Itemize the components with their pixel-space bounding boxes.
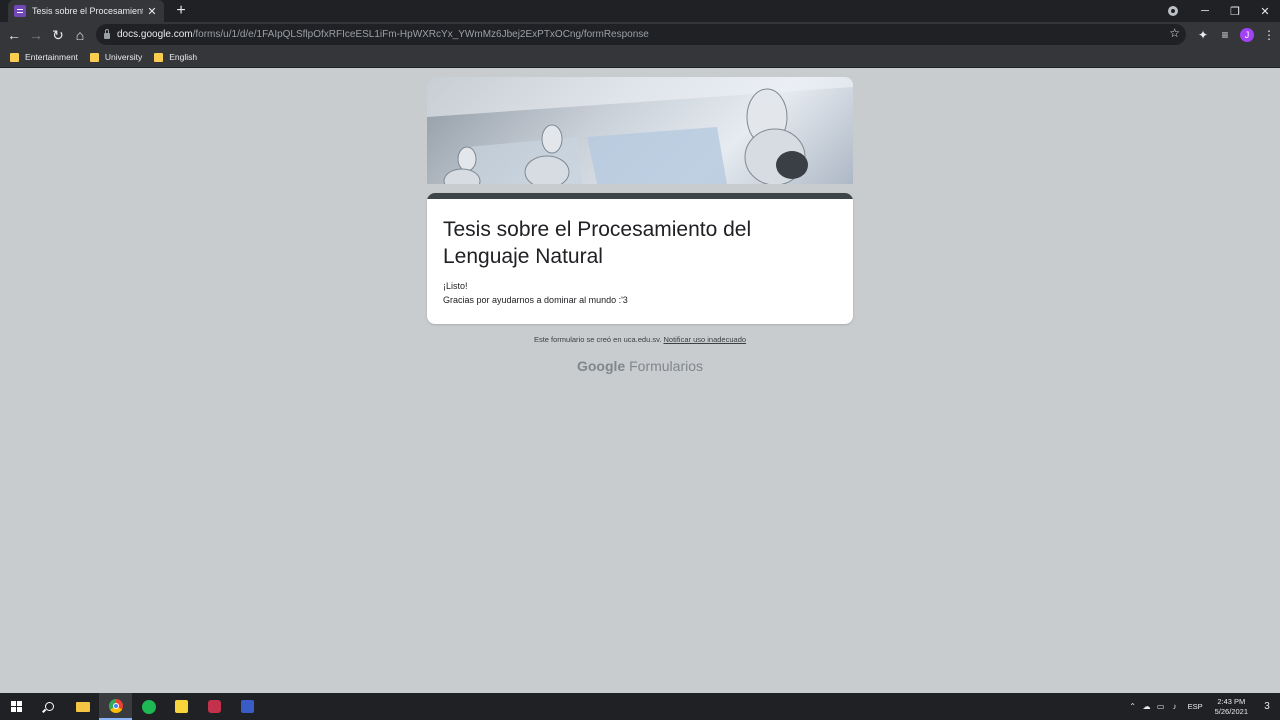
file-explorer-icon — [75, 701, 90, 712]
footer-text: Este formulario se creó en uca.edu.sv. — [533, 335, 662, 344]
bookmark-folder-entertainment[interactable]: Entertainment — [10, 52, 78, 62]
url-path: /forms/u/1/d/e/1FAIpQLSflpOfxRFIceESL1iF… — [192, 29, 649, 40]
spotify-icon — [141, 699, 156, 714]
input-language[interactable]: ESP — [1188, 702, 1203, 711]
lock-icon[interactable] — [104, 28, 110, 39]
app-taskbar-button[interactable] — [198, 693, 231, 720]
system-tray: ⌃ ☁ ▭ ♪ ESP 2:43 PM 5/26/2021 3 — [1126, 693, 1280, 720]
search-button[interactable] — [33, 693, 66, 720]
spotify-taskbar-button[interactable] — [132, 693, 165, 720]
url-host: docs.google.com — [117, 29, 193, 40]
confirmation-message-title: ¡Listo! — [443, 281, 468, 291]
taskbar-clock[interactable]: 2:43 PM 5/26/2021 — [1215, 697, 1248, 717]
brand-google: Google — [576, 358, 626, 374]
brand-product: Formularios — [629, 358, 704, 374]
form-title: Tesis sobre el Procesamiento del Lenguaj… — [443, 218, 752, 268]
notification-count: 3 — [1264, 701, 1270, 712]
chrome-taskbar-button[interactable] — [99, 693, 132, 720]
address-bar[interactable]: docs.google.com/forms/u/1/d/e/1FAIpQLSfl… — [96, 24, 1186, 45]
reload-icon[interactable]: ↻ — [47, 24, 69, 46]
bookmarks-bar: Entertainment University English — [0, 47, 1280, 68]
clock-date: 5/26/2021 — [1214, 706, 1248, 716]
tab-close-icon[interactable]: ✕ — [146, 5, 158, 18]
bookmark-star-icon[interactable]: ☆ — [1169, 26, 1180, 40]
app-taskbar-button[interactable] — [231, 693, 264, 720]
home-icon[interactable]: ⌂ — [69, 24, 91, 46]
card-accent-bar — [427, 193, 853, 199]
search-icon — [45, 702, 54, 711]
folder-icon — [154, 52, 164, 62]
confirmation-message-body: Gracias por ayudarnos a dominar al mundo… — [443, 295, 628, 305]
folder-icon — [10, 52, 19, 62]
sticky-notes-taskbar-button[interactable] — [165, 693, 198, 720]
bookmark-label: University — [104, 52, 143, 62]
bookmark-folder-english[interactable]: English — [154, 52, 197, 62]
start-button[interactable] — [0, 693, 33, 720]
google-forms-favicon-icon — [14, 5, 26, 17]
volume-icon[interactable]: ♪ — [1168, 702, 1182, 711]
back-arrow-icon[interactable]: ← — [3, 24, 25, 46]
windows-taskbar: ⌃ ☁ ▭ ♪ ESP 2:43 PM 5/26/2021 3 — [0, 693, 1280, 720]
file-explorer-button[interactable] — [66, 693, 99, 720]
form-response-card: Tesis sobre el Procesamiento del Lenguaj… — [427, 193, 853, 324]
app-icon — [241, 700, 254, 713]
tab-search-icon[interactable] — [1168, 6, 1178, 16]
form-footer-note: Este formulario se creó en uca.edu.sv. N… — [0, 335, 1280, 344]
google-forms-logo[interactable]: Google Formularios — [0, 358, 1280, 374]
browser-toolbar: ← → ↻ ⌂ docs.google.com/forms/u/1/d/e/1F… — [0, 22, 1280, 47]
media-queue-icon[interactable]: ≡ — [1214, 28, 1236, 42]
window-controls: ─ ❐ ✕ — [1168, 0, 1280, 22]
browser-tab-strip: Tesis sobre el Procesamiento del ✕ + ─ ❐… — [0, 0, 1280, 22]
form-header-image — [427, 77, 853, 184]
forward-arrow-icon[interactable]: → — [25, 24, 47, 46]
app-icon — [208, 700, 221, 713]
bookmark-folder-university[interactable]: University — [89, 52, 143, 62]
bookmark-label: English — [169, 52, 198, 62]
minimize-button[interactable]: ─ — [1190, 5, 1220, 17]
toolbar-actions: ✦ ≡ J ⋮ — [1192, 22, 1280, 47]
network-icon[interactable]: ▭ — [1154, 702, 1168, 711]
folder-icon — [89, 52, 99, 62]
action-center-icon[interactable]: 3 — [1254, 701, 1280, 712]
bookmark-label: Entertainment — [25, 52, 78, 62]
tab-title: Tesis sobre el Procesamiento del — [32, 6, 143, 16]
browser-tab-active[interactable]: Tesis sobre el Procesamiento del ✕ — [8, 0, 164, 22]
clock-time: 2:43 PM — [1217, 696, 1246, 706]
onedrive-cloud-icon[interactable]: ☁ — [1140, 702, 1154, 711]
profile-avatar[interactable]: J — [1240, 27, 1254, 42]
kebab-menu-icon[interactable]: ⋮ — [1258, 28, 1280, 42]
extensions-puzzle-icon[interactable]: ✦ — [1192, 28, 1214, 42]
windows-logo-icon — [11, 701, 22, 712]
chrome-icon — [108, 698, 123, 713]
report-abuse-link[interactable]: Notificar uso inadecuado — [663, 335, 746, 344]
restore-button[interactable]: ❐ — [1220, 5, 1250, 18]
close-window-button[interactable]: ✕ — [1250, 5, 1280, 18]
sticky-notes-icon — [175, 700, 188, 713]
show-hidden-icons-chevron-icon[interactable]: ⌃ — [1126, 702, 1140, 711]
robots-illustration — [427, 77, 853, 184]
new-tab-button[interactable]: + — [173, 2, 189, 20]
